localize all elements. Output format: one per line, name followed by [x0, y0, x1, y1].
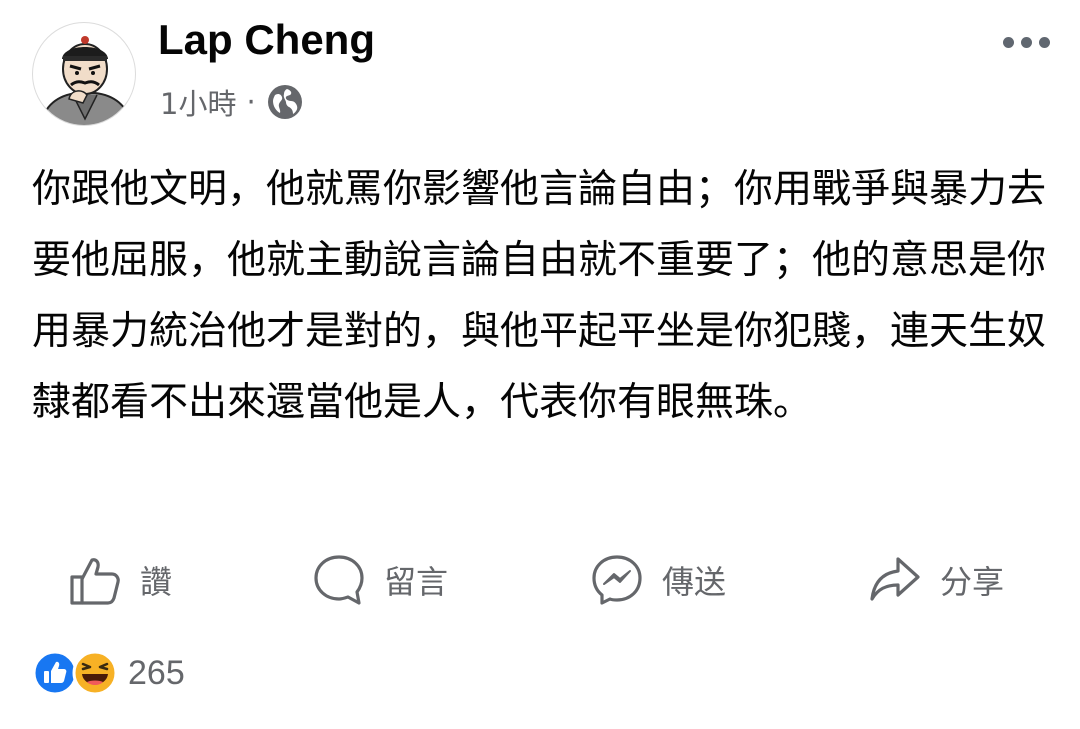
like-label: 讚 — [140, 563, 173, 601]
send-label: 傳送 — [662, 563, 727, 601]
meta-separator: · — [246, 85, 256, 119]
post-time[interactable]: 1小時 — [160, 81, 236, 123]
more-dot-icon — [1038, 36, 1050, 48]
reaction-count: 265 — [128, 653, 185, 692]
globe-icon[interactable] — [266, 83, 304, 121]
share-label: 分享 — [940, 563, 1005, 601]
comment-bubble-icon — [314, 555, 364, 605]
like-button[interactable]: 讚 — [68, 540, 172, 620]
more-dot-icon — [1002, 36, 1014, 48]
comment-button[interactable]: 留言 — [312, 540, 448, 620]
haha-reaction-icon — [72, 650, 118, 696]
send-button[interactable]: 傳送 — [590, 540, 726, 620]
action-bar: 讚 留言 傳送 分享 — [0, 540, 1080, 620]
avatar-illustration — [40, 36, 132, 125]
reactions-summary[interactable]: 265 — [32, 648, 185, 698]
more-dot-icon — [1020, 36, 1032, 48]
post-text: 你跟他文明，他就罵你影響他言論自由；你用戰爭與暴力去要他屈服，他就主動說言論自由… — [32, 167, 1047, 425]
more-options-button[interactable] — [996, 24, 1056, 60]
thumbs-up-icon — [70, 558, 120, 605]
author-avatar[interactable] — [32, 22, 136, 126]
messenger-icon — [592, 555, 642, 605]
author-name[interactable]: Lap Cheng — [158, 12, 375, 68]
comment-label: 留言 — [384, 563, 449, 601]
post-meta: 1小時 · — [160, 80, 304, 124]
share-button[interactable]: 分享 — [868, 540, 1004, 620]
share-arrow-icon — [870, 557, 920, 601]
